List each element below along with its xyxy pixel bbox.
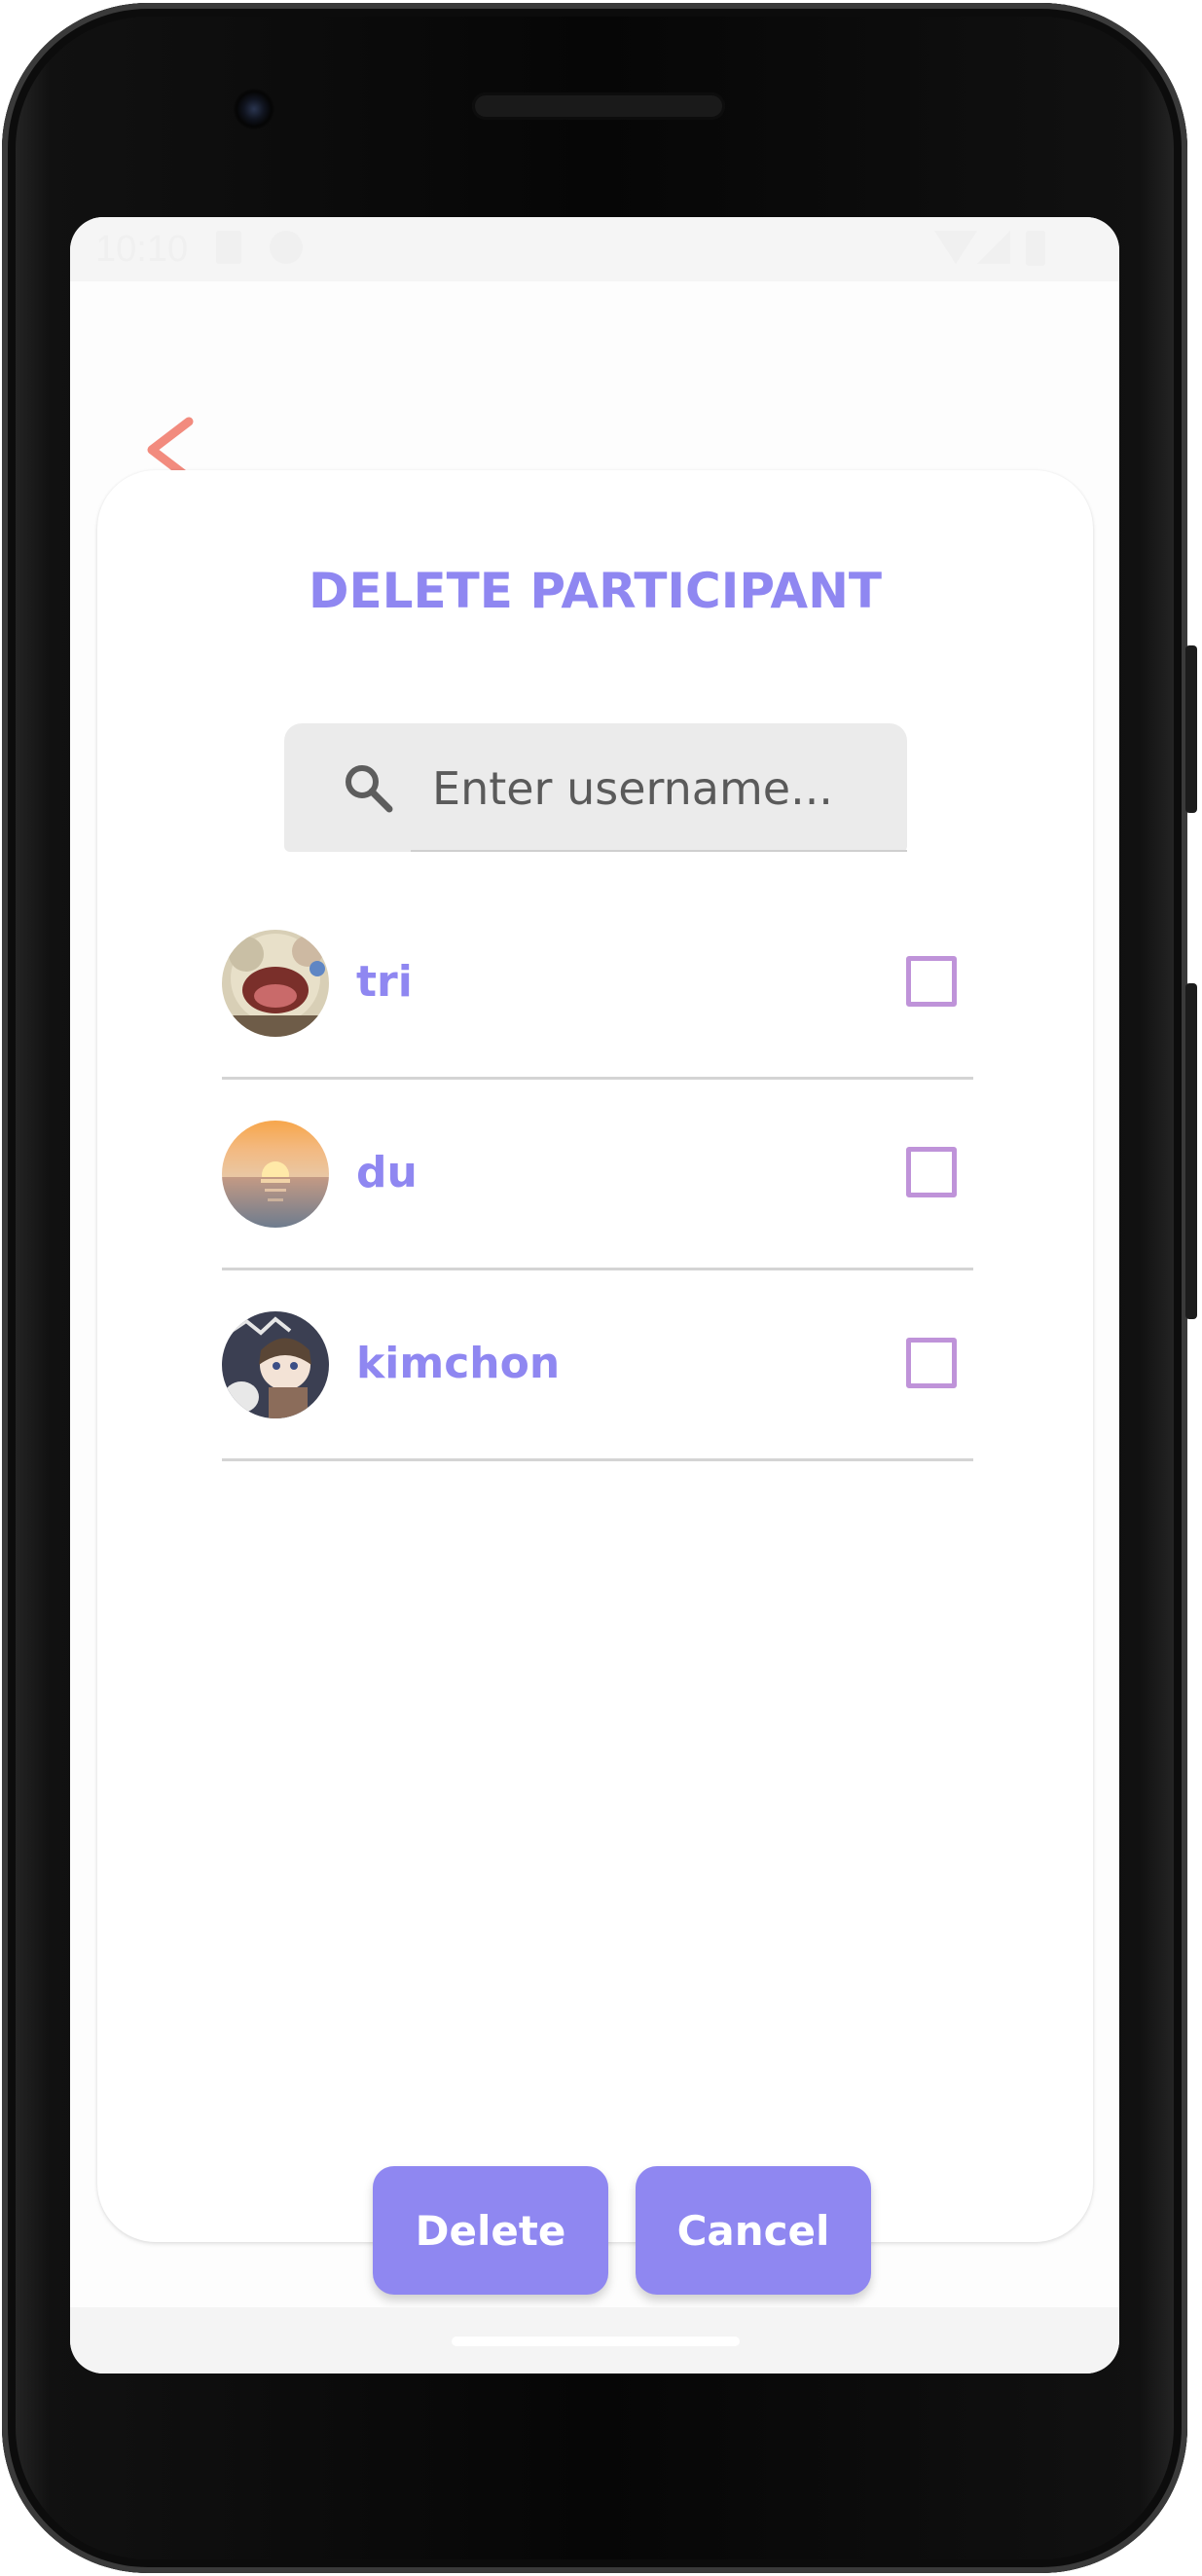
notification-icon: [270, 231, 303, 264]
participant-username: kimchon: [356, 1339, 561, 1388]
list-item: tri: [222, 889, 973, 1080]
status-bar: 10:10: [70, 217, 1119, 281]
avatar-image: [222, 1121, 329, 1228]
power-button: [1185, 645, 1197, 813]
signal-icon: [977, 231, 1010, 264]
avatar: [222, 1311, 329, 1418]
search-field[interactable]: [284, 723, 907, 852]
delete-participant-dialog: DELETE PARTICIPANT Enter username... tri…: [97, 470, 1093, 2295]
search-input[interactable]: [430, 751, 882, 827]
list-item: du: [222, 1080, 973, 1270]
battery-icon: [1026, 231, 1045, 266]
status-time: 10:10: [95, 229, 189, 270]
participant-checkbox[interactable]: [906, 1147, 957, 1197]
row-divider: [222, 1458, 973, 1461]
sd-card-icon: [216, 231, 241, 264]
participant-username: tri: [356, 957, 413, 1007]
volume-button: [1185, 983, 1197, 1319]
search-icon: [346, 765, 393, 813]
avatar: [222, 1121, 329, 1228]
avatar: [222, 930, 329, 1037]
search-underline: [411, 850, 907, 852]
participant-checkbox[interactable]: [906, 956, 957, 1007]
delete-button[interactable]: Delete: [373, 2166, 608, 2295]
avatar-image: [222, 1311, 329, 1418]
screen: 10:10 DELETE PARTICIPANT Enter username.…: [70, 217, 1119, 2374]
participant-list: tri du kimchon: [222, 889, 973, 1461]
navigation-bar: [70, 2307, 1119, 2374]
earpiece-speaker: [472, 92, 725, 120]
avatar-image: [222, 930, 329, 1037]
home-gesture-pill[interactable]: [452, 2337, 740, 2346]
app-area: DELETE PARTICIPANT Enter username... tri…: [70, 281, 1119, 2307]
cancel-button[interactable]: Cancel: [636, 2166, 871, 2295]
list-item: kimchon: [222, 1270, 973, 1461]
wifi-icon: [934, 231, 977, 264]
participant-username: du: [356, 1148, 418, 1197]
participant-checkbox[interactable]: [906, 1338, 957, 1388]
dialog-title: DELETE PARTICIPANT: [308, 563, 883, 619]
front-camera: [234, 89, 274, 129]
phone-frame: 10:10 DELETE PARTICIPANT Enter username.…: [2, 3, 1187, 2573]
